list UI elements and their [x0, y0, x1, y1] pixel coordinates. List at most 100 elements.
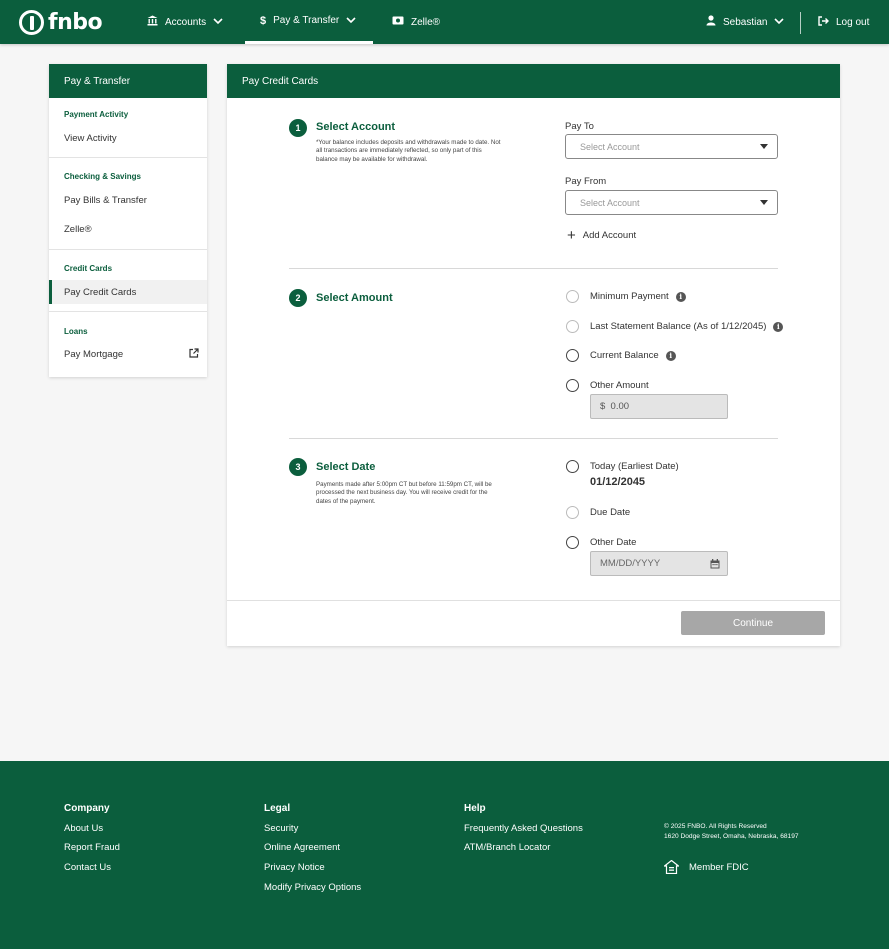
nav-pay-transfer[interactable]: $ Pay & Transfer	[245, 0, 373, 44]
sidebar-section-credit-cards: Credit Cards	[64, 264, 113, 273]
user-name: Sebastian	[723, 16, 768, 28]
nav-divider	[800, 12, 801, 34]
footer-company-title: Company	[64, 803, 110, 814]
footer-link-modify-privacy[interactable]: Modify Privacy Options	[264, 882, 361, 893]
sidebar-item-zelle[interactable]: Zelle®	[49, 217, 207, 241]
footer-link-security[interactable]: Security	[264, 823, 298, 834]
nav-accounts-label: Accounts	[165, 16, 207, 28]
footer-link-about-us[interactable]: About Us	[64, 823, 103, 834]
pay-from-label: Pay From	[565, 176, 607, 187]
info-icon[interactable]: i	[675, 291, 686, 302]
radio-circle[interactable]	[566, 379, 579, 392]
continue-button[interactable]: Continue	[681, 611, 825, 635]
footer-link-privacy-notice[interactable]: Privacy Notice	[264, 862, 325, 873]
chevron-down-icon	[213, 16, 223, 28]
footer-link-report-fraud[interactable]: Report Fraud	[64, 842, 120, 853]
sidebar-item-pay-mortgage[interactable]: Pay Mortgage	[49, 342, 207, 366]
logout-icon	[818, 15, 829, 29]
pay-to-label: Pay To	[565, 121, 594, 132]
pay-to-select[interactable]: Select Account	[565, 134, 778, 159]
radio-other-amount[interactable]: Other Amount	[566, 379, 649, 392]
sidebar-item-label: View Activity	[64, 132, 117, 144]
radio-minimum-payment[interactable]: Minimum Payment i	[566, 290, 686, 303]
pay-to-placeholder: Select Account	[580, 141, 640, 152]
footer-link-online-agreement[interactable]: Online Agreement	[264, 842, 340, 853]
user-icon	[706, 15, 716, 29]
sidebar-item-pay-bills-transfer[interactable]: Pay Bills & Transfer	[49, 188, 207, 212]
radio-label: Current Balance	[590, 350, 659, 361]
radio-label: Due Date	[590, 507, 631, 518]
section-divider	[289, 438, 778, 439]
add-account-button[interactable]: + Add Account	[567, 226, 636, 244]
radio-circle[interactable]	[566, 349, 579, 362]
logo-mark-icon	[19, 9, 44, 35]
radio-label: Minimum Payment	[590, 291, 669, 302]
today-date-value: 01/12/2045	[590, 476, 646, 488]
radio-circle[interactable]	[566, 536, 579, 549]
copyright-line-1: © 2025 FNBO. All Rights Reserved	[664, 823, 767, 830]
user-menu[interactable]: Sebastian	[706, 0, 785, 44]
nav-zelle[interactable]: Zelle®	[392, 0, 440, 44]
sidebar-item-label: Zelle®	[64, 223, 92, 235]
nav-accounts[interactable]: Accounts	[147, 0, 223, 44]
step-1-title: Select Account	[316, 121, 396, 133]
sidebar-section-payment-activity: Payment Activity	[64, 110, 129, 119]
sidebar-item-pay-credit-cards[interactable]: Pay Credit Cards	[49, 280, 207, 304]
caret-down-icon	[760, 200, 768, 205]
nav-zelle-label: Zelle®	[411, 16, 441, 28]
sidebar: Pay & Transfer Payment Activity View Act…	[49, 64, 207, 377]
step-1-badge: 1	[289, 119, 307, 137]
footer-link-contact-us[interactable]: Contact Us	[64, 862, 111, 873]
sidebar-section-loans: Loans	[64, 327, 88, 336]
pay-credit-cards-card: Pay Credit Cards 1 Select Account *Your …	[227, 64, 840, 646]
radio-label: Last Statement Balance (As of 1/12/2045)	[590, 321, 767, 332]
radio-last-statement-balance[interactable]: Last Statement Balance (As of 1/12/2045)…	[566, 320, 784, 333]
copyright-line-2: 1620 Dodge Street, Omaha, Nebraska, 6819…	[664, 832, 799, 840]
radio-circle[interactable]	[566, 506, 579, 519]
info-icon[interactable]: i	[665, 350, 676, 361]
nav-pay-transfer-label: Pay & Transfer	[273, 15, 340, 26]
footer-legal-title: Legal	[264, 803, 291, 814]
footer-link-atm-locator[interactable]: ATM/Branch Locator	[464, 842, 550, 853]
card-title: Pay Credit Cards	[227, 64, 840, 98]
external-link-icon	[189, 347, 199, 361]
pay-from-placeholder: Select Account	[580, 197, 640, 208]
info-icon[interactable]: i	[773, 321, 784, 332]
sidebar-section-checking-savings: Checking & Savings	[64, 172, 141, 181]
plus-icon: +	[567, 226, 576, 244]
other-amount-input[interactable]: $ 0.00	[590, 394, 728, 419]
sidebar-item-label: Pay Mortgage	[64, 348, 124, 360]
member-fdic: Member FDIC	[662, 859, 749, 875]
radio-circle[interactable]	[566, 320, 579, 333]
sidebar-item-view-activity[interactable]: View Activity	[49, 126, 207, 150]
footer-help-title: Help	[464, 803, 486, 814]
footer-link-faq[interactable]: Frequently Asked Questions	[464, 823, 583, 834]
chevron-down-icon	[346, 15, 356, 27]
pay-from-select[interactable]: Select Account	[565, 190, 778, 215]
other-date-input[interactable]: MM/DD/YYYY	[590, 551, 728, 576]
sidebar-divider	[49, 249, 207, 250]
bank-icon	[147, 15, 158, 29]
radio-current-balance[interactable]: Current Balance i	[566, 349, 676, 362]
logout-button[interactable]: Log out	[818, 0, 869, 44]
radio-label: Today (Earliest Date)	[590, 461, 679, 472]
radio-today[interactable]: Today (Earliest Date)	[566, 460, 679, 473]
sidebar-item-label: Pay Bills & Transfer	[64, 194, 147, 206]
radio-due-date[interactable]: Due Date	[566, 506, 630, 519]
logo-text: fnbo	[48, 9, 103, 35]
top-nav: fnbo Accounts $ Pay & Transfer Zelle® Se…	[0, 0, 889, 44]
radio-circle[interactable]	[566, 290, 579, 303]
step-2-title: Select Amount	[316, 292, 393, 304]
footer-copyright: © 2025 FNBO. All Rights Reserved 1620 Do…	[664, 822, 799, 841]
equal-housing-icon	[662, 859, 681, 875]
dollar-icon: $	[260, 14, 267, 27]
zelle-money-icon	[392, 16, 404, 28]
chevron-down-icon	[774, 16, 785, 28]
fnbo-logo[interactable]: fnbo	[19, 9, 103, 35]
radio-circle[interactable]	[566, 460, 579, 473]
calendar-icon[interactable]	[710, 559, 720, 572]
step-3-note: Payments made after 5:00pm CT but before…	[316, 481, 492, 505]
radio-other-date[interactable]: Other Date	[566, 536, 636, 549]
step-3-badge: 3	[289, 458, 307, 476]
section-divider	[289, 268, 778, 269]
